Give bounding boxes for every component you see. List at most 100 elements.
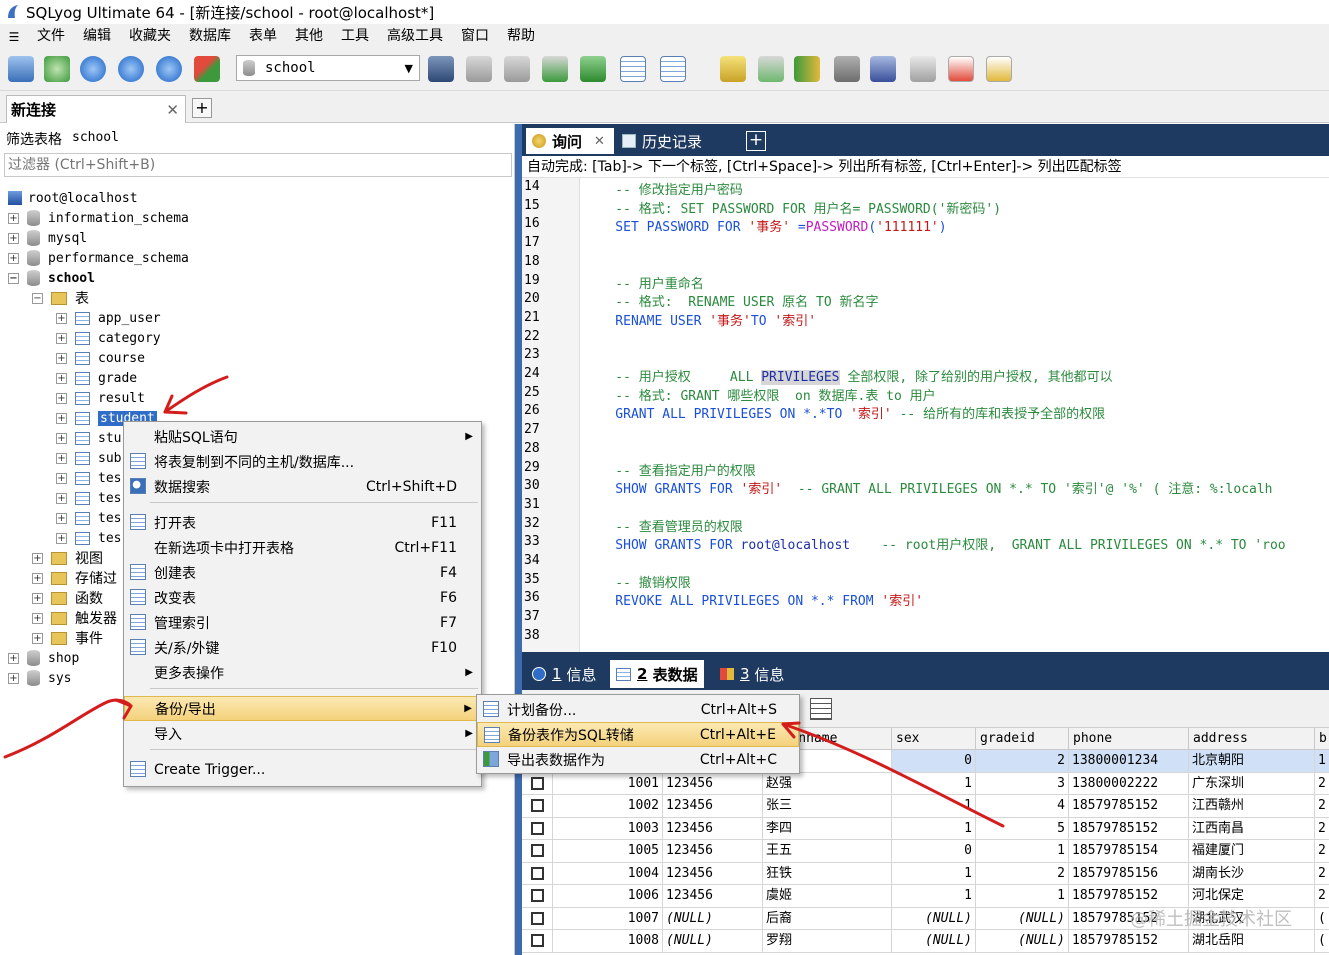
schema-designer-icon[interactable] xyxy=(660,56,686,82)
query-builder-icon[interactable] xyxy=(720,56,746,82)
row-checkbox-cell[interactable] xyxy=(522,862,553,885)
submenu-item-backup-as-sql-dump[interactable]: 备份表作为SQL转储 Ctrl+Alt+E xyxy=(477,722,799,747)
row-checkbox[interactable] xyxy=(530,911,544,925)
alter-db-icon[interactable] xyxy=(504,56,530,82)
new-connection-icon[interactable] xyxy=(8,56,34,82)
menu-item-create-table[interactable]: 创建表 F4 xyxy=(124,560,481,585)
tree-folder-events[interactable]: + 事件 xyxy=(32,628,103,648)
code-line[interactable]: GRANT ALL PRIVILEGES ON *.*TO '索引' -- 给所… xyxy=(584,403,1105,422)
grid-cell[interactable]: 123456 xyxy=(663,772,763,795)
menu-item-alter-table[interactable]: 改变表 F6 xyxy=(124,585,481,610)
tree-table-item[interactable]: + course xyxy=(56,348,145,368)
grid-cell[interactable]: 江西南昌 xyxy=(1189,817,1315,840)
grid-cell[interactable]: 北京朝阳 xyxy=(1189,750,1315,773)
grid-cell[interactable]: 1 xyxy=(892,817,976,840)
menu-item-open-table[interactable]: 打开表 F11 xyxy=(124,510,481,535)
submenu-item-schedule-backup[interactable]: 计划备份... Ctrl+Alt+S xyxy=(477,697,799,722)
menu-table[interactable]: 表单 xyxy=(240,24,286,49)
tree-table-item[interactable]: + category xyxy=(56,328,161,348)
schema-sync-icon[interactable] xyxy=(794,56,820,82)
expand-icon[interactable]: + xyxy=(56,532,67,544)
sql-editor[interactable]: 14 15 16 17 18 19 20 21 22 23 24 25 26 27 28 29 30 31 32 33… xyxy=(522,178,1329,652)
row-checkbox-cell[interactable] xyxy=(522,885,553,908)
notification-icon[interactable] xyxy=(870,56,896,82)
grid-cell[interactable]: 18579785152 xyxy=(1069,930,1189,953)
row-checkbox-cell[interactable] xyxy=(522,840,553,863)
grid-cell[interactable]: 1006 xyxy=(553,885,663,908)
grid-cell[interactable]: 1008 xyxy=(553,930,663,953)
tab-result-table-data[interactable]: 2 表数据 xyxy=(610,660,704,688)
grid-cell[interactable]: 1001 xyxy=(553,772,663,795)
collapse-icon[interactable]: − xyxy=(32,292,43,304)
stop-icon[interactable] xyxy=(194,56,220,82)
menu-tools[interactable]: 工具 xyxy=(332,24,378,49)
tree-db-mysql[interactable]: + mysql xyxy=(8,228,87,248)
row-checkbox[interactable] xyxy=(530,889,544,902)
tab-query[interactable]: 询问 ✕ xyxy=(526,128,614,154)
grid-cell[interactable]: 1 xyxy=(892,772,976,795)
row-checkbox[interactable] xyxy=(530,821,544,835)
code-line[interactable]: RENAME USER '事务'TO '索引' xyxy=(584,310,816,329)
code-line[interactable]: -- 格式: GRANT 哪些权限 on 数据库.表 to 用户 xyxy=(584,385,935,404)
code-line[interactable]: SHOW GRANTS FOR '索引' -- GRANT ALL PRIVIL… xyxy=(584,478,1272,497)
expand-icon[interactable]: + xyxy=(32,612,43,624)
grid-cell[interactable]: (NULL) xyxy=(663,930,763,953)
row-checkbox-cell[interactable] xyxy=(522,907,553,930)
expand-icon[interactable]: + xyxy=(56,412,67,424)
row-checkbox[interactable] xyxy=(530,934,544,947)
code-line[interactable]: -- 撤销权限 xyxy=(584,572,691,591)
grid-cell[interactable]: 赵强 xyxy=(763,772,892,795)
menu-database[interactable]: 数据库 xyxy=(180,24,240,49)
grid-cell[interactable]: 1 xyxy=(892,862,976,885)
connection-tab[interactable]: 新连接 ✕ xyxy=(6,95,186,123)
menu-edit[interactable]: 编辑 xyxy=(74,24,120,49)
code-line[interactable]: -- 查看管理员的权限 xyxy=(584,516,743,535)
create-db-icon[interactable] xyxy=(466,56,492,82)
close-icon[interactable]: ✕ xyxy=(594,134,605,149)
menu-help[interactable]: 帮助 xyxy=(498,24,544,49)
grid-cell[interactable]: 123456 xyxy=(663,795,763,818)
grid-cell[interactable]: 2 xyxy=(1315,840,1329,863)
grid-cell[interactable]: 狂铁 xyxy=(763,862,892,885)
code-line[interactable]: SET PASSWORD FOR '事务' =PASSWORD('111111'… xyxy=(584,216,946,235)
grid-cell[interactable]: 18579785156 xyxy=(1069,862,1189,885)
tree-db-shop[interactable]: + shop xyxy=(8,648,79,668)
tree-db-performance-schema[interactable]: + performance_schema xyxy=(8,248,189,268)
grid-cell[interactable]: 后裔 xyxy=(763,907,892,930)
grid-cell[interactable]: 1004 xyxy=(553,862,663,885)
filter-input[interactable] xyxy=(4,153,512,177)
data-sync-icon[interactable] xyxy=(758,56,784,82)
tree-table-item[interactable]: + tes xyxy=(56,528,121,548)
grid-header-cell[interactable]: phone xyxy=(1069,728,1189,750)
menu-item-copy-table[interactable]: 将表复制到不同的主机/数据库... xyxy=(124,449,481,474)
grid-cell[interactable]: 2 xyxy=(1315,795,1329,818)
expand-icon[interactable]: + xyxy=(8,672,19,684)
tree-table-item[interactable]: + app_user xyxy=(56,308,161,328)
grid-cell[interactable]: 1 xyxy=(976,840,1069,863)
code-line[interactable]: -- 用户授权 ALL PRIVILEGES 全部权限, 除了给别的用户授权, … xyxy=(584,366,1113,385)
submenu-item-export-table-data[interactable]: 导出表数据作为 Ctrl+Alt+C xyxy=(477,747,799,772)
grid-cell[interactable]: 李四 xyxy=(763,817,892,840)
row-checkbox[interactable] xyxy=(530,866,544,880)
row-checkbox-cell[interactable] xyxy=(522,817,553,840)
monitor-icon[interactable] xyxy=(910,56,936,82)
grid-cell[interactable]: (NULL) xyxy=(892,930,976,953)
code-line[interactable]: REVOKE ALL PRIVILEGES ON *.* FROM '索引' xyxy=(584,590,923,609)
execute-all-icon[interactable] xyxy=(118,56,144,82)
expand-icon[interactable]: + xyxy=(56,492,67,504)
tree-root-connection[interactable]: root@localhost xyxy=(8,188,138,208)
grid-cell[interactable]: 18579785152 xyxy=(1069,795,1189,818)
tree-folder-tables[interactable]: − 表 xyxy=(32,288,89,308)
grid-cell[interactable]: 3 xyxy=(976,772,1069,795)
menu-item-paste-sql[interactable]: 粘贴SQL语句 ▶ xyxy=(124,424,481,449)
grid-cell[interactable]: 1002 xyxy=(553,795,663,818)
grid-cell[interactable]: 1005 xyxy=(553,840,663,863)
menu-others[interactable]: 其他 xyxy=(286,24,332,49)
tab-history[interactable]: 历史记录 xyxy=(616,128,740,154)
menu-item-import[interactable]: 导入 ▶ xyxy=(124,721,481,746)
grid-cell[interactable]: 2 xyxy=(976,750,1069,773)
grid-cell[interactable]: 5 xyxy=(976,817,1069,840)
new-query-icon[interactable] xyxy=(44,56,70,82)
add-connection-tab-button[interactable]: + xyxy=(192,98,212,118)
expand-icon[interactable]: + xyxy=(56,312,67,324)
